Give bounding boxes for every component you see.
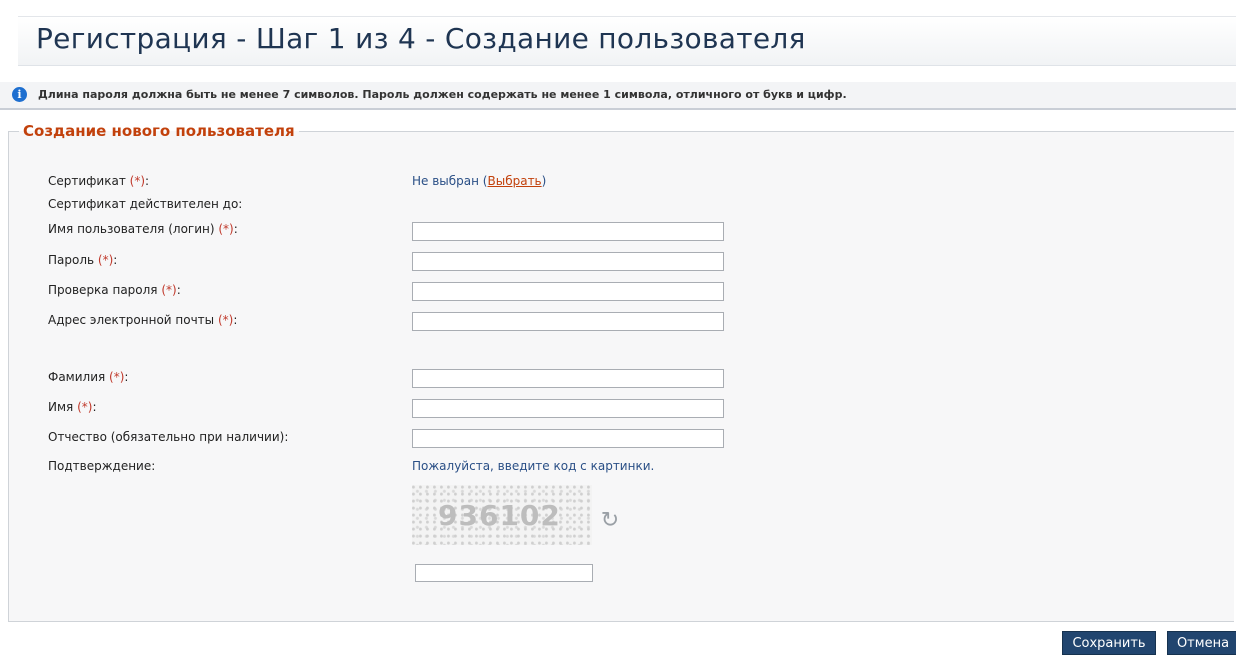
certificate-value: Не выбран (Выбрать)	[412, 174, 547, 188]
info-message: i Длина пароля должна быть не менее 7 си…	[0, 82, 1236, 110]
patronymic-label: Отчество (обязательно при наличии):	[48, 430, 289, 444]
certificate-valid-label: Сертификат действителен до:	[48, 197, 243, 211]
certificate-label: Сертификат (*):	[48, 174, 150, 188]
required-marker: (*)	[97, 253, 114, 267]
info-text: Длина пароля должна быть не менее 7 симв…	[38, 88, 847, 101]
form-legend: Создание нового пользователя	[23, 122, 295, 140]
select-certificate-link[interactable]: Выбрать	[487, 174, 541, 188]
login-input[interactable]	[412, 222, 724, 241]
page-header: Регистрация - Шаг 1 из 4 - Создание поль…	[18, 16, 1236, 66]
password-confirm-label: Проверка пароля (*):	[48, 283, 181, 297]
name-label: Имя (*):	[48, 400, 97, 414]
captcha-hint: Пожалуйста, введите код с картинки.	[412, 459, 655, 473]
email-label: Адрес электронной почты (*):	[48, 313, 238, 327]
captcha-code: 936102	[438, 499, 561, 532]
cancel-button[interactable]: Отмена	[1167, 631, 1236, 655]
required-marker: (*)	[218, 222, 234, 236]
password-confirm-input[interactable]	[412, 282, 724, 301]
patronymic-input[interactable]	[412, 429, 724, 448]
save-button[interactable]: Сохранить	[1062, 631, 1156, 655]
required-marker: (*)	[217, 313, 234, 327]
captcha-image: 936102	[412, 485, 592, 545]
login-label: Имя пользователя (логин) (*):	[48, 222, 238, 236]
name-input[interactable]	[412, 399, 724, 418]
required-marker: (*)	[109, 370, 125, 384]
surname-input[interactable]	[412, 369, 724, 388]
refresh-icon[interactable]: ↻	[597, 508, 623, 534]
captcha-input[interactable]	[415, 564, 593, 582]
surname-label: Фамилия (*):	[48, 370, 129, 384]
email-input[interactable]	[412, 312, 724, 331]
required-marker: (*)	[161, 283, 177, 297]
confirmation-label: Подтверждение:	[48, 459, 156, 473]
page-title: Регистрация - Шаг 1 из 4 - Создание поль…	[36, 22, 806, 55]
password-input[interactable]	[412, 252, 724, 271]
password-label: Пароль (*):	[48, 253, 118, 267]
required-marker: (*)	[129, 174, 146, 188]
info-icon: i	[12, 87, 27, 102]
required-marker: (*)	[77, 400, 93, 414]
